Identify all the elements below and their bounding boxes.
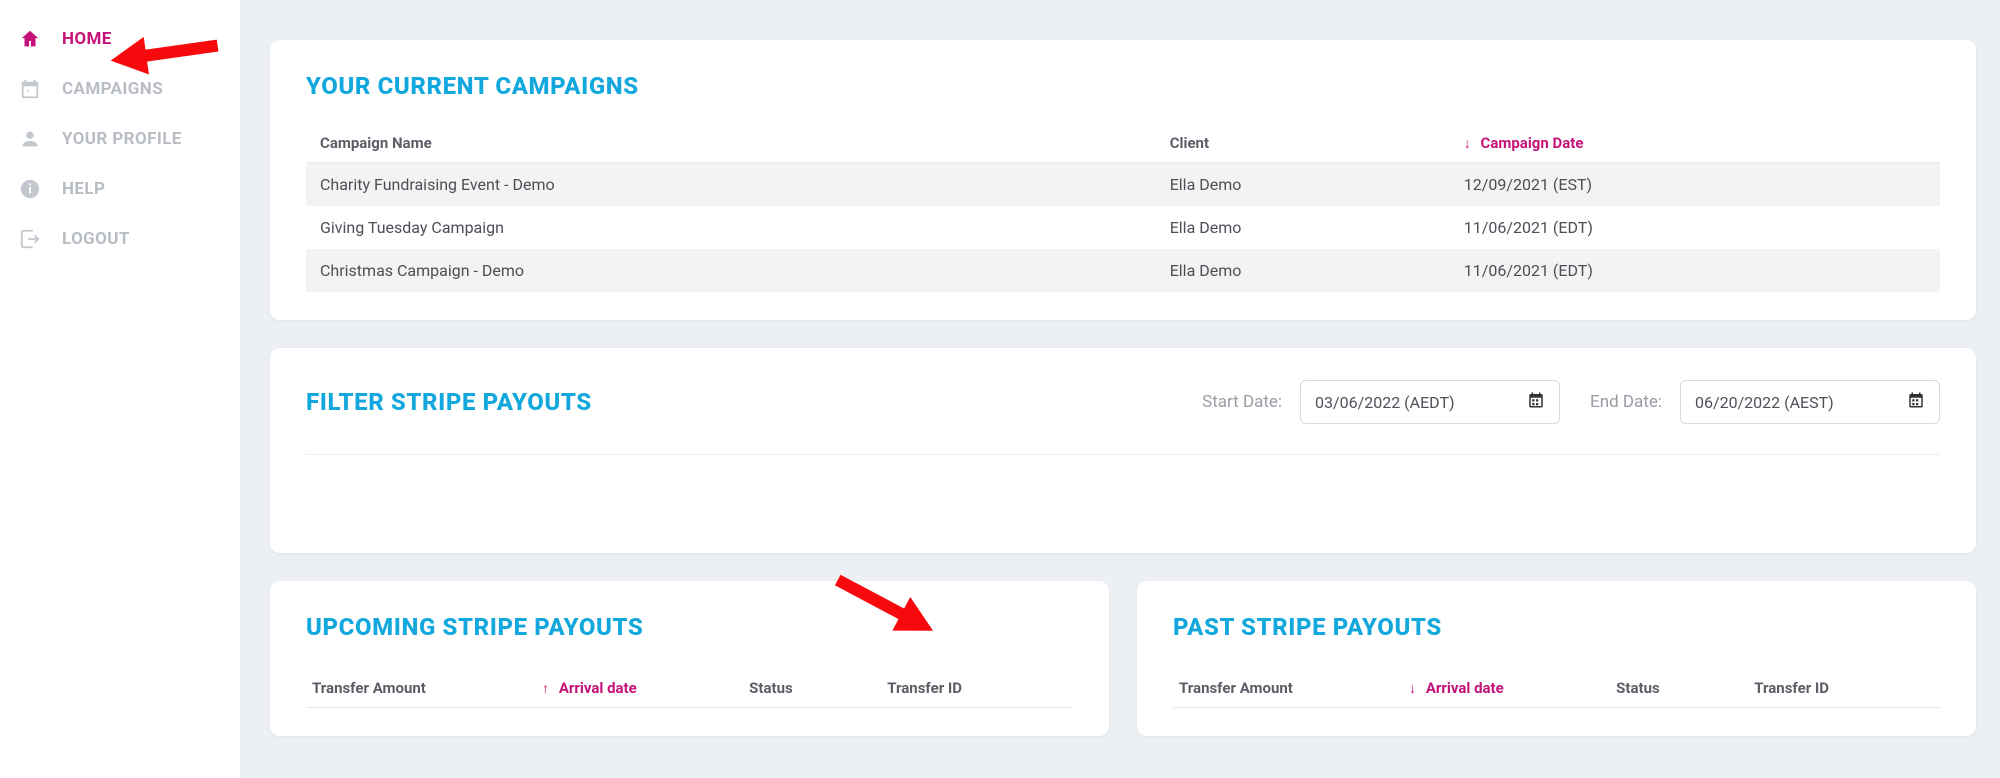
col-arrival[interactable]: ↑ Arrival date [536,669,743,708]
col-campaign-name[interactable]: Campaign Name [306,124,1156,163]
calendar-icon [1527,391,1545,413]
campaigns-table: Campaign Name Client ↓ Campaign Date Cha… [306,124,1940,292]
col-campaign-date[interactable]: ↓ Campaign Date [1450,124,1940,163]
start-date-input[interactable]: 03/06/2022 (AEDT) [1300,380,1560,424]
past-table: Transfer Amount ↓ Arrival date Status Tr… [1173,669,1940,708]
sidebar-item-label: HELP [62,179,105,199]
cell-name: Charity Fundraising Event - Demo [306,163,1156,207]
start-date-label: Start Date: [1202,392,1282,412]
arrow-up-icon: ↑ [542,681,549,697]
cell-date: 11/06/2021 (EDT) [1450,206,1940,249]
filter-title: FILTER STRIPE PAYOUTS [306,388,592,416]
col-client[interactable]: Client [1156,124,1450,163]
col-status[interactable]: Status [1610,669,1748,708]
sidebar-item-label: HOME [62,29,112,49]
user-icon [16,128,44,150]
sidebar-item-help[interactable]: HELP [0,164,240,214]
home-icon [16,28,44,50]
table-row[interactable]: Giving Tuesday Campaign Ella Demo 11/06/… [306,206,1940,249]
sidebar-item-label: LOGOUT [62,229,130,249]
arrow-down-icon: ↓ [1409,681,1416,697]
sidebar-item-profile[interactable]: YOUR PROFILE [0,114,240,164]
col-id[interactable]: Transfer ID [1748,669,1940,708]
col-amount[interactable]: Transfer Amount [306,669,536,708]
cell-date: 12/09/2021 (EST) [1450,163,1940,207]
end-date-input[interactable]: 06/20/2022 (AEST) [1680,380,1940,424]
arrow-down-icon: ↓ [1464,136,1471,152]
filter-controls: Start Date: 03/06/2022 (AEDT) End Date: … [1202,380,1940,424]
past-title: PAST STRIPE PAYOUTS [1173,613,1940,641]
sidebar-item-campaigns[interactable]: CAMPAIGNS [0,64,240,114]
col-amount[interactable]: Transfer Amount [1173,669,1403,708]
end-date-value: 06/20/2022 (AEST) [1695,393,1834,412]
logout-icon [16,228,44,250]
col-arrival-label: Arrival date [559,679,637,697]
campaigns-title: YOUR CURRENT CAMPAIGNS [306,72,1940,100]
past-payouts-card: PAST STRIPE PAYOUTS Transfer Amount ↓ Ar… [1137,581,1976,736]
col-status[interactable]: Status [743,669,881,708]
cell-client: Ella Demo [1156,249,1450,292]
upcoming-title: UPCOMING STRIPE PAYOUTS [306,613,1073,641]
cell-client: Ella Demo [1156,163,1450,207]
sidebar: HOME CAMPAIGNS YOUR PROFILE HELP LOGOUT [0,0,240,778]
calendar-icon [16,78,44,100]
col-arrival[interactable]: ↓ Arrival date [1403,669,1610,708]
cell-date: 11/06/2021 (EDT) [1450,249,1940,292]
campaigns-card: YOUR CURRENT CAMPAIGNS Campaign Name Cli… [270,40,1976,320]
upcoming-table: Transfer Amount ↑ Arrival date Status Tr… [306,669,1073,708]
table-row[interactable]: Charity Fundraising Event - Demo Ella De… [306,163,1940,207]
start-date-value: 03/06/2022 (AEDT) [1315,393,1455,412]
info-icon [16,178,44,200]
table-row[interactable]: Christmas Campaign - Demo Ella Demo 11/0… [306,249,1940,292]
main-content: YOUR CURRENT CAMPAIGNS Campaign Name Cli… [270,0,1976,778]
sidebar-item-label: CAMPAIGNS [62,79,163,99]
sidebar-item-logout[interactable]: LOGOUT [0,214,240,264]
col-id[interactable]: Transfer ID [881,669,1073,708]
col-campaign-date-label: Campaign Date [1481,134,1584,152]
cell-name: Christmas Campaign - Demo [306,249,1156,292]
col-arrival-label: Arrival date [1426,679,1504,697]
sidebar-item-label: YOUR PROFILE [62,129,182,149]
cell-client: Ella Demo [1156,206,1450,249]
filter-card: FILTER STRIPE PAYOUTS Start Date: 03/06/… [270,348,1976,553]
sidebar-item-home[interactable]: HOME [0,14,240,64]
end-date-label: End Date: [1590,392,1662,412]
payouts-row: UPCOMING STRIPE PAYOUTS Transfer Amount … [270,581,1976,736]
upcoming-payouts-card: UPCOMING STRIPE PAYOUTS Transfer Amount … [270,581,1109,736]
calendar-icon [1907,391,1925,413]
cell-name: Giving Tuesday Campaign [306,206,1156,249]
